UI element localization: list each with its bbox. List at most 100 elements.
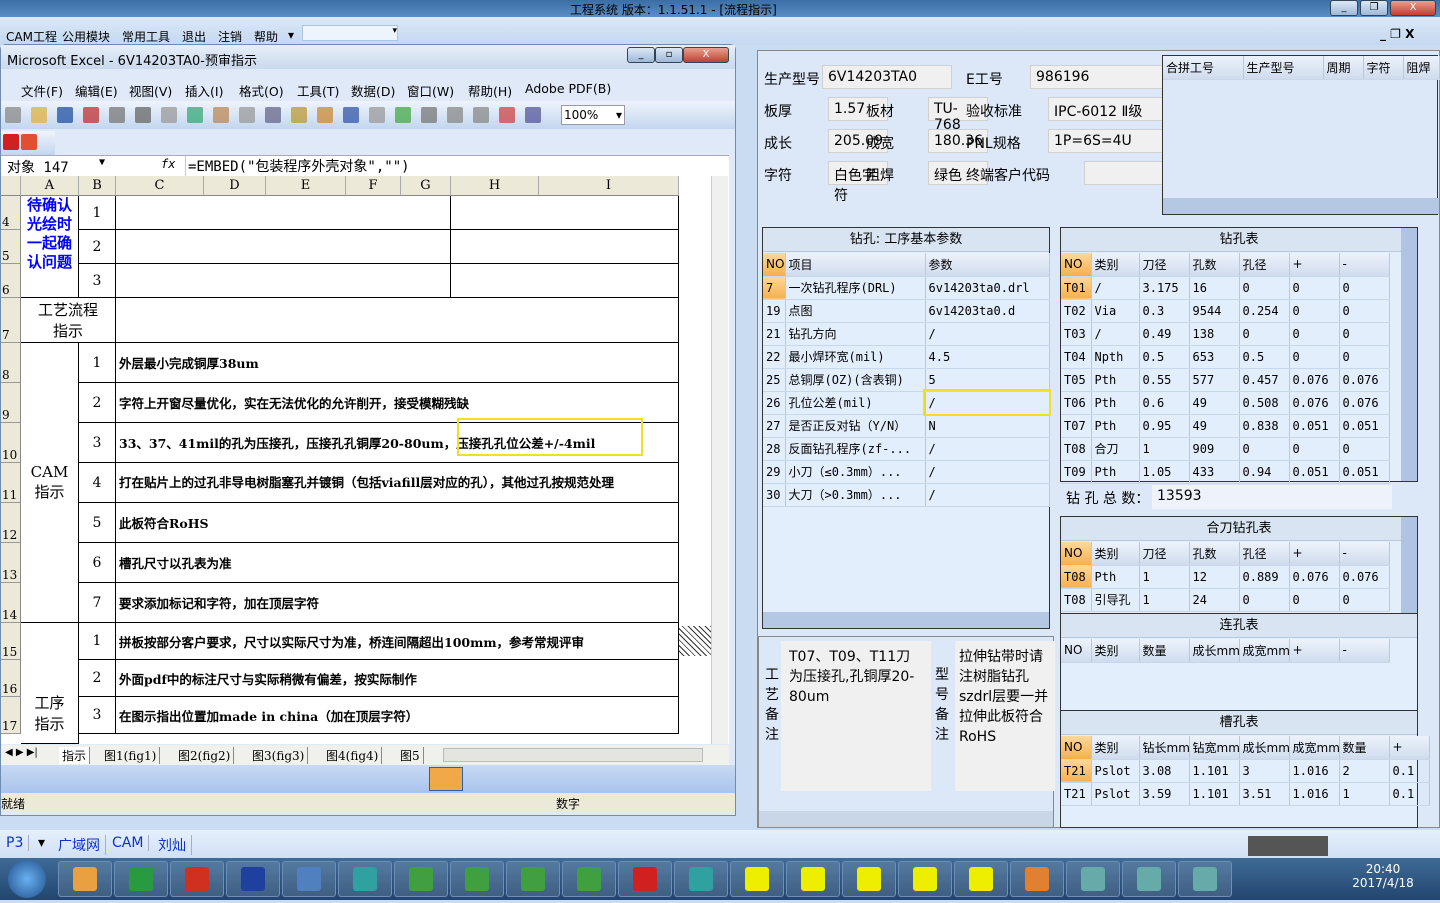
table-row[interactable]: T04 Npth 0.5 653 0.5 0 0 <box>1061 345 1390 369</box>
p3-select[interactable]: P3 <box>6 835 30 851</box>
table-row[interactable]: T21 Pslot 3.59 1.101 3.51 1.016 1 0.1 <box>1061 782 1430 806</box>
chevron-down-icon[interactable]: ▼ <box>99 157 105 168</box>
field-value[interactable]: 1P=6S=4U <box>1048 129 1178 153</box>
table-row[interactable]: T08 引导孔 1 24 0 0 0 <box>1061 588 1390 612</box>
sheet-tab[interactable]: 图3(fig3) <box>249 747 309 764</box>
table-row[interactable]: T08 合刀 1 909 0 0 0 <box>1061 437 1390 461</box>
strip-wan[interactable]: 广域网 <box>58 835 106 855</box>
excel-close-button[interactable]: X <box>683 47 729 63</box>
column-header[interactable]: 成长mm <box>1189 639 1240 663</box>
row-header[interactable]: 6 <box>1 264 21 298</box>
taskbar-app-button[interactable] <box>58 861 112 897</box>
column-header[interactable]: 类别 <box>1091 253 1140 277</box>
row-header[interactable]: 4 <box>1 196 21 230</box>
excel-menu-item[interactable]: 插入(I) <box>185 81 223 100</box>
column-header[interactable]: + <box>1389 736 1430 760</box>
menu-help[interactable]: 帮助 <box>254 28 278 45</box>
drawing-icon[interactable] <box>429 767 463 791</box>
taskbar-app-button[interactable] <box>898 861 952 897</box>
maximize-button[interactable]: ❐ <box>1360 0 1388 16</box>
column-header[interactable]: A <box>21 176 79 196</box>
minimize-button[interactable]: _ <box>1330 0 1358 16</box>
row-header[interactable]: 14 <box>1 583 21 623</box>
clock[interactable]: 20:40 2017/4/18 <box>1348 862 1418 890</box>
toolbar-icon[interactable] <box>525 107 541 123</box>
tab-nav-arrows[interactable]: ◀ ▶ ▶| <box>5 747 38 758</box>
table-row[interactable]: 19 点图 6v14203ta0.d <box>763 299 1050 323</box>
column-header[interactable]: 合拼工号 <box>1163 56 1244 80</box>
table-row[interactable]: 7 一次钻孔程序(DRL) 6v14203ta0.drl <box>763 276 1050 300</box>
taskbar-app-button[interactable] <box>282 861 336 897</box>
column-header[interactable]: 钻宽mm <box>1189 736 1240 760</box>
column-header[interactable]: E <box>266 176 346 196</box>
taskbar-app-button[interactable] <box>786 861 840 897</box>
ime-bar[interactable] <box>1248 836 1328 856</box>
column-header[interactable]: 参数 <box>925 253 1050 277</box>
row-header[interactable]: 9 <box>1 383 21 423</box>
table-row[interactable]: T06 Pth 0.6 49 0.508 0.076 0.076 <box>1061 391 1390 415</box>
excel-menu-item[interactable]: 窗口(W) <box>407 81 454 100</box>
row-header[interactable]: 17 <box>1 697 21 734</box>
taskbar-app-button[interactable] <box>226 861 280 897</box>
taskbar-app-button[interactable] <box>730 861 784 897</box>
row-header[interactable]: 15 <box>1 623 21 660</box>
column-header[interactable]: 阻焊 <box>1403 56 1440 80</box>
column-header[interactable]: 孔数 <box>1189 253 1240 277</box>
toolbar-icon[interactable] <box>369 107 385 123</box>
toolbar-icon[interactable] <box>161 107 177 123</box>
close-button[interactable]: X <box>1390 0 1436 16</box>
column-header[interactable]: 类别 <box>1091 736 1140 760</box>
table-row[interactable]: T07 Pth 0.95 49 0.838 0.051 0.051 <box>1061 414 1390 438</box>
column-header[interactable]: B <box>79 176 116 196</box>
toolbar-icon[interactable] <box>317 107 333 123</box>
excel-menu-item[interactable]: Adobe PDF(B) <box>525 81 611 96</box>
row-header[interactable]: 16 <box>1 660 21 697</box>
taskbar-app-button[interactable] <box>842 861 896 897</box>
taskbar-app-button[interactable] <box>954 861 1008 897</box>
column-header[interactable]: 孔径 <box>1239 542 1290 566</box>
menu-tools[interactable]: 常用工具 <box>122 28 170 45</box>
row-header[interactable]: 7 <box>1 298 21 343</box>
sheet-tab[interactable]: 指示 <box>59 747 91 764</box>
embedded-object[interactable] <box>679 626 711 656</box>
column-header[interactable]: G <box>401 176 451 196</box>
taskbar-app-button[interactable] <box>1122 861 1176 897</box>
toolbar-icon[interactable] <box>473 107 489 123</box>
column-header[interactable]: H <box>451 176 539 196</box>
toolbar-icon[interactable] <box>291 107 307 123</box>
name-box[interactable]: 对象 147 <box>7 157 97 177</box>
horizontal-scrollbar[interactable] <box>1163 198 1439 214</box>
column-header[interactable]: + <box>1289 253 1340 277</box>
fx-icon[interactable]: fx <box>161 157 175 171</box>
row-header[interactable]: 8 <box>1 343 21 383</box>
field-value[interactable]: 6V14203TA0 <box>822 65 952 89</box>
column-header[interactable]: F <box>346 176 401 196</box>
model-note-text[interactable]: 拉伸钻带时请注树脂钻孔szdrl层要一并拉伸此板符合RoHS <box>955 641 1055 791</box>
taskbar-app-button[interactable] <box>1066 861 1120 897</box>
taskbar-app-button[interactable] <box>674 861 728 897</box>
column-header[interactable]: 周期 <box>1323 56 1364 80</box>
column-header[interactable]: - <box>1339 542 1390 566</box>
table-row[interactable]: 27 是否正反对钻（Y/N） N <box>763 414 1050 438</box>
column-header[interactable]: 刀径 <box>1139 253 1190 277</box>
toolbar-icon[interactable] <box>421 107 437 123</box>
horizontal-scrollbar[interactable] <box>759 811 1053 827</box>
table-row[interactable]: T03/0.49 138 0 0 0 <box>1061 322 1390 346</box>
zoom-select[interactable]: 100% ▾ <box>561 105 625 125</box>
taskbar-app-button[interactable] <box>618 861 672 897</box>
column-header[interactable]: - <box>1339 253 1390 277</box>
chevron-down-icon[interactable]: ▾ <box>288 28 294 42</box>
taskbar-app-button[interactable] <box>394 861 448 897</box>
column-header[interactable]: NO <box>1061 253 1092 277</box>
strip-cam[interactable]: CAM <box>112 835 150 851</box>
table-row[interactable]: T21 Pslot 3.08 1.101 3 1.016 2 0.1 <box>1061 759 1430 783</box>
menu-combo[interactable]: ▾ <box>302 25 398 41</box>
taskbar-app-button[interactable] <box>170 861 224 897</box>
column-header[interactable]: 刀径 <box>1139 542 1190 566</box>
vertical-scrollbar[interactable] <box>1401 228 1417 481</box>
toolbar-icon[interactable] <box>31 107 47 123</box>
toolbar-icon[interactable] <box>135 107 151 123</box>
excel-maximize-button[interactable]: ▫ <box>655 47 683 63</box>
toolbar-icon[interactable] <box>187 107 203 123</box>
column-header[interactable]: 成宽mm <box>1239 639 1290 663</box>
